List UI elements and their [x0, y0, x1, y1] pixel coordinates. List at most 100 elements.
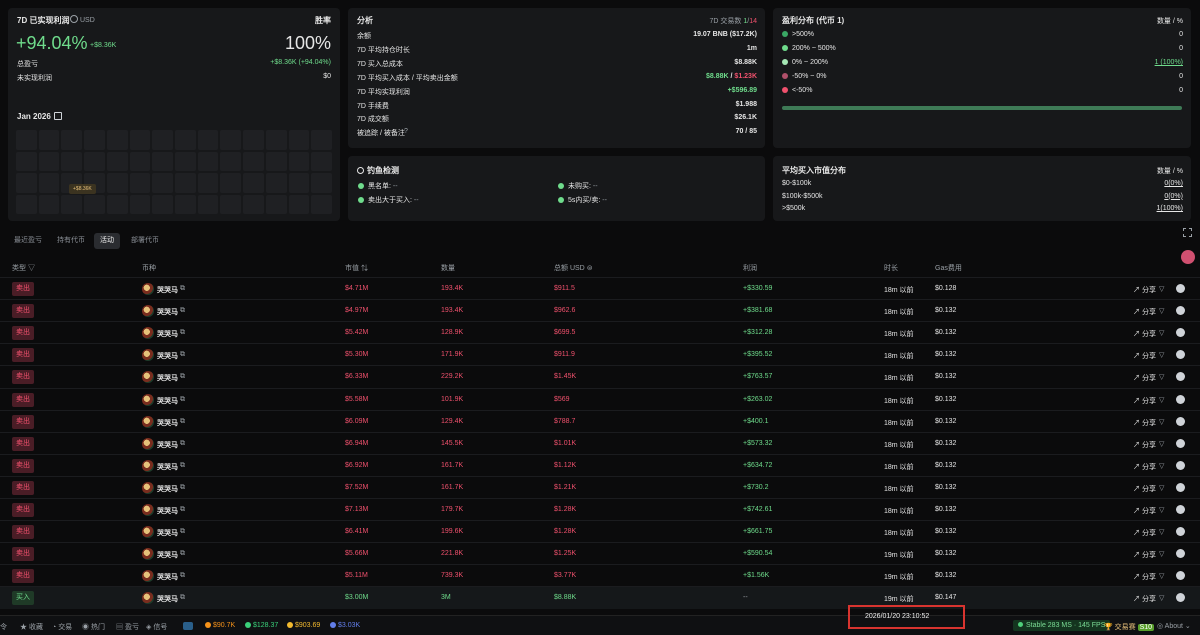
calendar-day[interactable] [265, 130, 287, 150]
token-name[interactable]: 哭哭马 [157, 373, 178, 383]
copy-icon[interactable]: ⧉ [180, 528, 185, 536]
calendar-day[interactable] [38, 173, 60, 193]
wallet-icon[interactable] [183, 622, 193, 630]
filter-icon[interactable]: ▽ [1159, 396, 1164, 404]
calendar-day[interactable] [129, 130, 151, 150]
explorer-icon[interactable] [1176, 593, 1185, 603]
filter-icon[interactable]: ▽ [1159, 528, 1164, 536]
filter-icon[interactable]: ▽ [1159, 550, 1164, 558]
copy-icon[interactable]: ⧉ [180, 418, 185, 426]
token-name[interactable]: 哭哭马 [157, 462, 178, 472]
share-button[interactable]: ↗ 分享 [1133, 462, 1156, 472]
table-row[interactable]: 卖出 哭哭马 ⧉ $5.30M 171.9K $911.9 +$395.52 18m 以前 $0… [0, 343, 1200, 366]
calendar-day[interactable] [220, 173, 242, 193]
share-button[interactable]: ↗ 分享 [1133, 506, 1156, 516]
server-status[interactable]: Stable 283 MS · 145 FPS [1013, 620, 1111, 631]
filter-icon[interactable]: ▽ [1159, 440, 1164, 448]
copy-icon[interactable]: ⧉ [180, 396, 185, 404]
share-button[interactable]: ↗ 分享 [1133, 329, 1156, 339]
calendar-day[interactable] [288, 173, 310, 193]
calendar-day[interactable] [265, 173, 287, 193]
calendar-day[interactable] [220, 194, 242, 214]
calendar-day[interactable] [16, 151, 37, 171]
filter-icon[interactable]: ▽ [1159, 594, 1164, 602]
filter-icon[interactable]: ▽ [1159, 506, 1164, 514]
token-name[interactable]: 哭哭马 [157, 329, 178, 339]
table-row[interactable]: 卖出 哭哭马 ⧉ $4.97M 193.4K $962.6 +$381.68 18m 以前 $0… [0, 299, 1200, 322]
explorer-icon[interactable] [1176, 438, 1185, 448]
calendar-day[interactable] [311, 173, 332, 193]
calendar-day[interactable] [106, 194, 128, 214]
bottom-nav-item[interactable]: ◈ 信号 [146, 622, 167, 632]
price-item[interactable]: $903.69 [287, 622, 320, 629]
tab-deployed[interactable]: 部署代币 [125, 233, 165, 249]
calendar-day[interactable] [243, 151, 264, 171]
token-name[interactable]: 哭哭马 [157, 506, 178, 516]
grid-add-icon[interactable] [1183, 228, 1192, 237]
calendar-day[interactable] [175, 130, 196, 150]
calendar-icon[interactable] [54, 112, 62, 120]
token-name[interactable]: 哭哭马 [157, 285, 178, 295]
copy-icon[interactable]: ⧉ [180, 506, 185, 514]
calendar-day[interactable] [38, 151, 60, 171]
table-row[interactable]: 卖出 哭哭马 ⧉ $6.92M 161.7K $1.12K +$634.72 18m 以前 $0… [0, 453, 1200, 477]
calendar-day[interactable] [311, 130, 332, 150]
filter-icon[interactable]: ▽ [1159, 307, 1164, 315]
copy-icon[interactable]: ⧉ [180, 594, 185, 602]
explorer-icon[interactable] [1176, 328, 1185, 338]
filter-icon[interactable]: ▽ [1159, 572, 1164, 580]
token-name[interactable]: 哭哭马 [157, 351, 178, 361]
table-row[interactable]: 卖出 哭哭马 ⧉ $7.52M 161.7K $1.21K +$730.2 18m 以前 $0.… [0, 475, 1200, 499]
share-button[interactable]: ↗ 分享 [1133, 373, 1156, 383]
explorer-icon[interactable] [1176, 284, 1185, 293]
calendar-day[interactable] [175, 173, 196, 193]
token-name[interactable]: 哭哭马 [157, 550, 178, 560]
mcap-value[interactable]: 1(100%) [1157, 205, 1183, 212]
calendar-day[interactable] [61, 151, 83, 171]
token-name[interactable]: 哭哭马 [157, 440, 178, 450]
about-menu[interactable]: ◎ About ⌄ [1157, 622, 1191, 630]
tab-holdings[interactable]: 持有代币 [51, 233, 91, 249]
calendar-day[interactable] [38, 194, 60, 214]
calendar-day[interactable] [197, 194, 219, 214]
token-name[interactable]: 哭哭马 [157, 572, 178, 582]
share-button[interactable]: ↗ 分享 [1133, 484, 1156, 494]
token-name[interactable]: 哭哭马 [157, 484, 178, 494]
calendar-day[interactable] [288, 194, 310, 214]
calendar-day[interactable] [106, 151, 128, 171]
table-row[interactable]: 卖出 哭哭马 ⧉ $5.11M 739.3K $3.77K +$1.56K 19m 以前 $0.… [0, 564, 1200, 587]
calendar-day[interactable] [265, 194, 287, 214]
explorer-icon[interactable] [1176, 416, 1185, 426]
calendar-day[interactable] [175, 151, 196, 171]
calendar-day[interactable] [152, 151, 173, 171]
token-name[interactable]: 哭哭马 [157, 594, 178, 604]
calendar-day[interactable] [243, 173, 264, 193]
copy-icon[interactable]: ⧉ [180, 484, 185, 492]
explorer-icon[interactable] [1176, 571, 1185, 581]
table-row[interactable]: 卖出 哭哭马 ⧉ $6.09M 129.4K $788.7 +$400.1 18m 以前 $0.… [0, 409, 1200, 433]
filter-icon[interactable]: ▽ [1159, 351, 1164, 359]
table-row[interactable]: 买入 哭哭马 ⧉ $3.00M 3M $8.88K -- 19m 以前 $0.147 ↗ 分享 ▽ [0, 586, 1200, 610]
header-total[interactable]: 总额 USD ⊜ [554, 263, 593, 273]
share-button[interactable]: ↗ 分享 [1133, 307, 1156, 317]
copy-icon[interactable]: ⧉ [180, 351, 185, 359]
calendar-day[interactable] [197, 151, 219, 171]
explorer-icon[interactable] [1176, 527, 1185, 537]
explorer-icon[interactable] [1176, 306, 1185, 316]
token-name[interactable]: 哭哭马 [157, 396, 178, 406]
calendar-day[interactable] [106, 173, 128, 193]
copy-icon[interactable]: ⧉ [180, 329, 185, 337]
explorer-icon[interactable] [1176, 482, 1185, 492]
filter-icon[interactable]: ▽ [1159, 484, 1164, 492]
calendar-day[interactable] [61, 194, 83, 214]
calendar-day[interactable] [288, 130, 310, 150]
tab-activity[interactable]: 活动 [94, 233, 120, 249]
token-name[interactable]: 哭哭马 [157, 307, 178, 317]
share-button[interactable]: ↗ 分享 [1133, 285, 1156, 295]
share-button[interactable]: ↗ 分享 [1133, 528, 1156, 538]
copy-icon[interactable]: ⧉ [180, 550, 185, 558]
table-row[interactable]: 卖出 哭哭马 ⧉ $6.33M 229.2K $1.45K +$763.57 18m 以前 $0… [0, 365, 1200, 388]
calendar-day[interactable] [243, 194, 264, 214]
token-name[interactable]: 哭哭马 [157, 528, 178, 538]
calendar-day[interactable] [175, 194, 196, 214]
